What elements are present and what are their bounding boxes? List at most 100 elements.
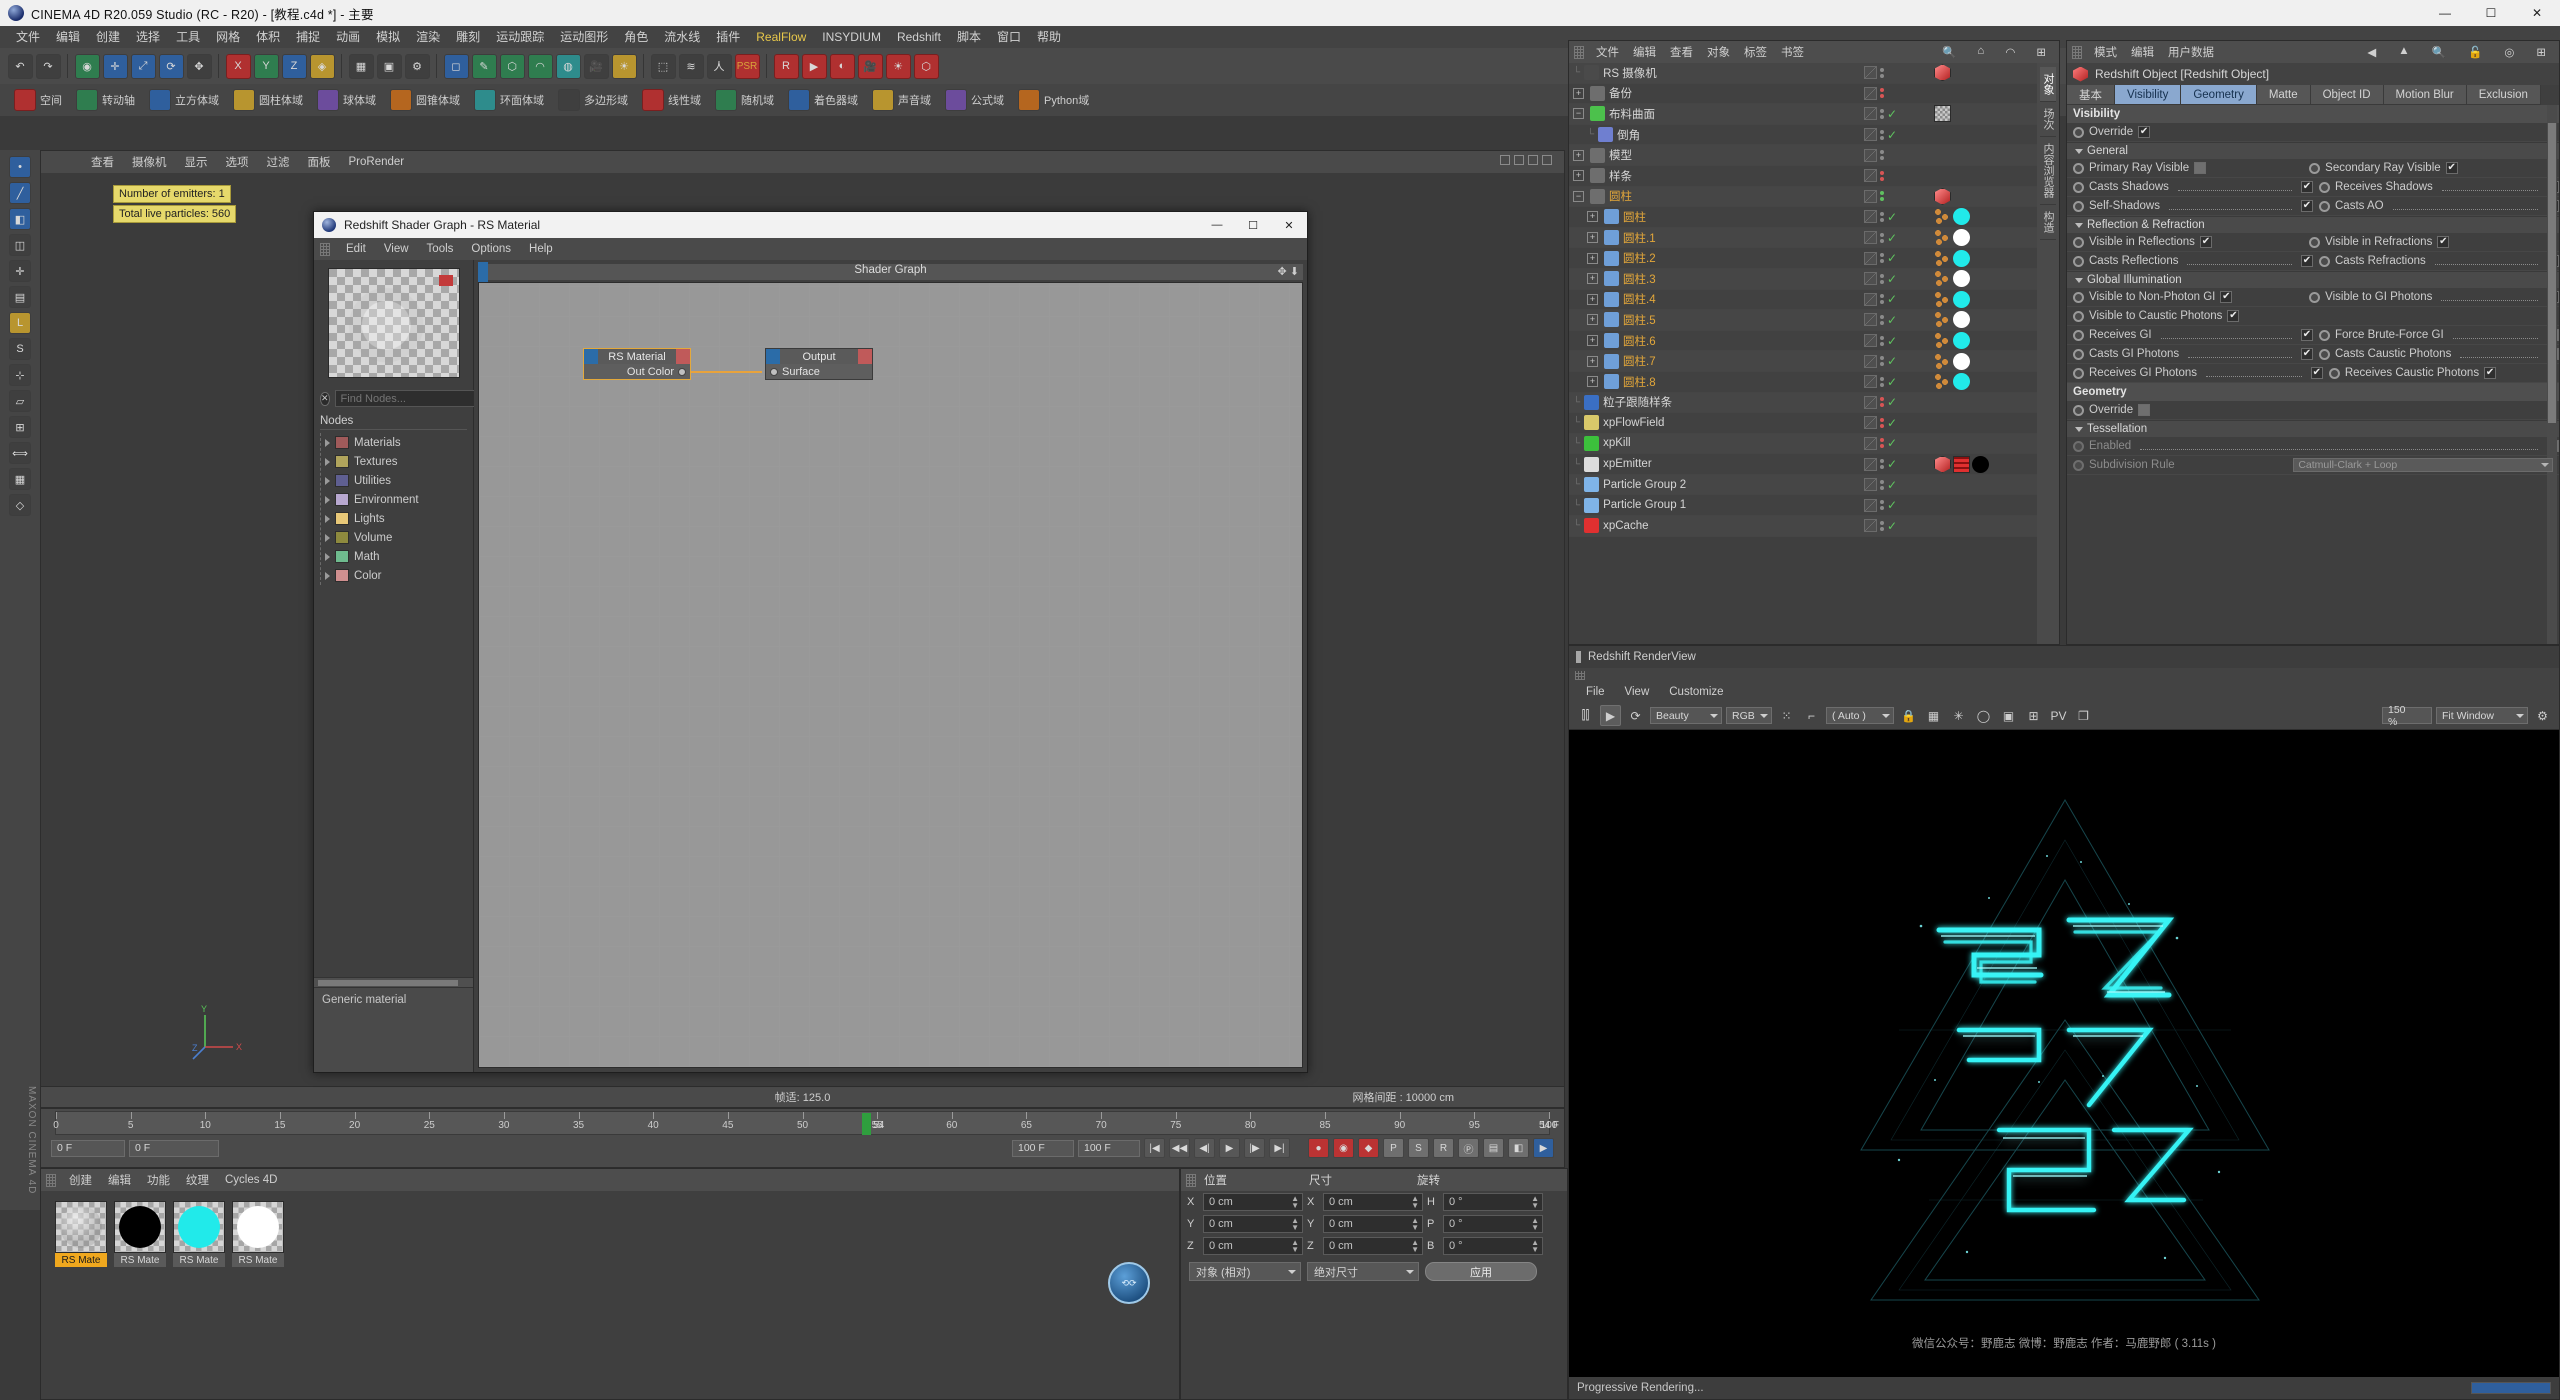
attribute-manager-grip-icon[interactable] [2072, 45, 2082, 59]
render-settings-icon[interactable]: ⚙ [404, 53, 430, 79]
clear-search-icon[interactable]: ✕ [320, 391, 330, 406]
redo-icon[interactable]: ↷ [35, 53, 61, 79]
attribute-tab-基本[interactable]: 基本 [2067, 85, 2115, 105]
character-icon[interactable]: 人 [706, 53, 732, 79]
light-icon[interactable]: ☀ [611, 53, 637, 79]
go-to-end-button[interactable]: ▶| [1269, 1138, 1290, 1158]
enabled-check-icon[interactable]: ✓ [1887, 273, 1897, 285]
spline-pen-icon[interactable]: ✎ [471, 53, 497, 79]
field-tool-icon-6[interactable] [473, 89, 496, 111]
material-menu-编辑[interactable]: 编辑 [100, 1172, 139, 1188]
object-row[interactable]: └ 粒子跟随样条 ✓ [1569, 392, 2059, 414]
visibility-dots-icon[interactable] [1880, 520, 1884, 531]
autokey-button[interactable]: ◉ [1333, 1138, 1354, 1158]
y-axis-lock-icon[interactable]: Y [253, 53, 279, 79]
tag-material-white[interactable] [1953, 352, 1970, 370]
attribute-tab-exclusion[interactable]: Exclusion [2466, 85, 2541, 105]
material-preview-swatch[interactable] [55, 1201, 107, 1253]
node-category-lights[interactable]: Lights [325, 509, 467, 528]
attribute-casts-reflections[interactable]: Casts Reflections ✔ [2067, 255, 2313, 267]
attribute-checkbox[interactable]: ✔ [2138, 126, 2151, 138]
viewport-navigator-ball[interactable]: ⟲⟳ [1108, 1262, 1150, 1304]
material-name[interactable]: RS Mate [232, 1253, 284, 1267]
material-menu-功能[interactable]: 功能 [139, 1172, 178, 1188]
node-port-row[interactable]: Out Color [584, 364, 690, 379]
tag-redshift-object[interactable] [1934, 64, 1951, 82]
attribute-secondary-ray-visible[interactable]: Secondary Ray Visible ✔ [2303, 162, 2539, 174]
tag-redshift-object[interactable] [1934, 455, 1951, 473]
field-tool-9[interactable]: 随机域 [707, 89, 780, 111]
start-render-icon[interactable]: ▶ [1600, 705, 1621, 726]
visibility-dots-icon[interactable] [1880, 417, 1884, 428]
attribute-checkbox[interactable]: ✔ [2310, 367, 2323, 379]
end-frame-field[interactable]: 100 F [1078, 1139, 1140, 1157]
expand-triangle-icon[interactable] [325, 533, 330, 542]
field-tool-8[interactable]: 线性域 [634, 89, 707, 111]
material-preview-swatch[interactable] [114, 1201, 166, 1253]
animate-toggle-icon[interactable] [2073, 162, 2084, 174]
coord-mode-object-select[interactable]: 对象 (相对) [1189, 1262, 1301, 1281]
play-button[interactable]: ▶ [1219, 1138, 1240, 1158]
attribute-override[interactable]: Override ✔ [2067, 126, 2303, 138]
object-name[interactable]: 圆柱.6 [1623, 333, 1656, 349]
object-row[interactable]: + 圆柱.1 ✓ [1569, 227, 2059, 249]
expand-toggle-icon[interactable]: + [1587, 273, 1598, 285]
attribute-checkbox[interactable]: ✔ [2301, 181, 2313, 193]
attribute-force-brute-force-gi[interactable]: Force Brute-Force GI [2313, 329, 2559, 341]
expand-toggle-icon[interactable]: + [1587, 293, 1598, 305]
field-tool-icon-4[interactable] [316, 89, 339, 111]
attribute-receives-gi-photons[interactable]: Receives GI Photons ✔ [2067, 367, 2323, 379]
renderview-settings-icon[interactable]: ⚙ [2532, 705, 2553, 726]
tag-particles[interactable] [1934, 373, 1951, 391]
field-tool-7[interactable]: 多边形域 [550, 89, 634, 111]
shader-graph-minimize-button[interactable]: — [1199, 212, 1235, 238]
graph-canvas[interactable]: RS Material Out Color Output Surface [478, 282, 1303, 1068]
attribute-tab-object-id[interactable]: Object ID [2310, 85, 2384, 105]
coord-rotation-input[interactable]: 0 ° ▲ ▼ [1443, 1215, 1543, 1233]
attribute-self-shadows[interactable]: Self-Shadows ✔ [2067, 200, 2313, 212]
object-name[interactable]: xpKill [1603, 437, 1630, 449]
material-item[interactable]: RS Mate [55, 1201, 107, 1267]
visibility-dots-icon[interactable] [1880, 314, 1884, 325]
node-port-row[interactable]: Surface [766, 364, 872, 379]
enabled-check-icon[interactable]: ✓ [1887, 108, 1897, 120]
coord-size-input[interactable]: 0 cm ▲ ▼ [1323, 1193, 1423, 1211]
keyframe-selection-button[interactable]: ◆ [1358, 1138, 1379, 1158]
object-manager-menu-5[interactable]: 书签 [1774, 44, 1811, 60]
visibility-dots-icon[interactable] [1880, 150, 1884, 161]
field-tool-icon-7[interactable] [557, 89, 580, 111]
bend-deformer-icon[interactable]: ◠ [527, 53, 553, 79]
field-tool-1[interactable]: 转动轴 [68, 89, 141, 111]
enabled-check-icon[interactable]: ✓ [1887, 355, 1897, 367]
menu-item-12[interactable]: 运动跟踪 [488, 26, 552, 48]
menu-item-9[interactable]: 模拟 [368, 26, 408, 48]
forward-nav-icon[interactable]: ▲ [2391, 45, 2416, 59]
node-category-utilities[interactable]: Utilities [325, 471, 467, 490]
object-tree[interactable]: └ RS 摄像机 + 备份 − 布料曲面 ✓ └ 倒角 ✓ + 模型 + 样条 − 圆柱 + 圆柱 ✓ + 圆柱.1 ✓ +… [1569, 63, 2059, 644]
current-frame-field[interactable]: 0 F [51, 1139, 125, 1157]
node-category-environment[interactable]: Environment [325, 490, 467, 509]
attribute-casts-ao[interactable]: Casts AO✔ [2313, 200, 2559, 212]
animate-toggle-icon[interactable] [2073, 459, 2084, 471]
material-menu-Cycles 4D[interactable]: Cycles 4D [217, 1174, 285, 1186]
attribute-menu-0[interactable]: 模式 [2087, 44, 2124, 60]
layer-swatch-icon[interactable] [1864, 210, 1877, 224]
enabled-check-icon[interactable]: ✓ [1887, 211, 1897, 223]
expand-toggle-icon[interactable]: + [1587, 232, 1598, 244]
object-manager-tab-构造[interactable]: 构造 [2040, 205, 2056, 240]
visibility-dots-icon[interactable] [1880, 211, 1884, 222]
render-canvas[interactable]: 微信公众号：野鹿志 微博：野鹿志 作者：马鹿野郎 ( 3.11s ) [1569, 730, 2559, 1377]
image-compare-icon[interactable]: ▣ [1998, 705, 2019, 726]
node-category-textures[interactable]: Textures [325, 452, 467, 471]
node-input-port[interactable] [770, 367, 778, 376]
animate-toggle-icon[interactable] [2073, 329, 2084, 341]
object-name[interactable]: 模型 [1609, 147, 1632, 163]
render-comb-icon[interactable]: ⫿⫿ [1575, 705, 1596, 726]
shader-graph-maximize-button[interactable]: ☐ [1235, 212, 1271, 238]
object-name[interactable]: Particle Group 1 [1603, 499, 1686, 511]
layer-swatch-icon[interactable] [1864, 436, 1877, 450]
playback-settings-button[interactable]: ▶ [1533, 1138, 1554, 1158]
layer-swatch-icon[interactable] [1864, 457, 1877, 471]
shader-graph-menu-view[interactable]: View [376, 243, 417, 255]
menu-item-6[interactable]: 体积 [248, 26, 288, 48]
